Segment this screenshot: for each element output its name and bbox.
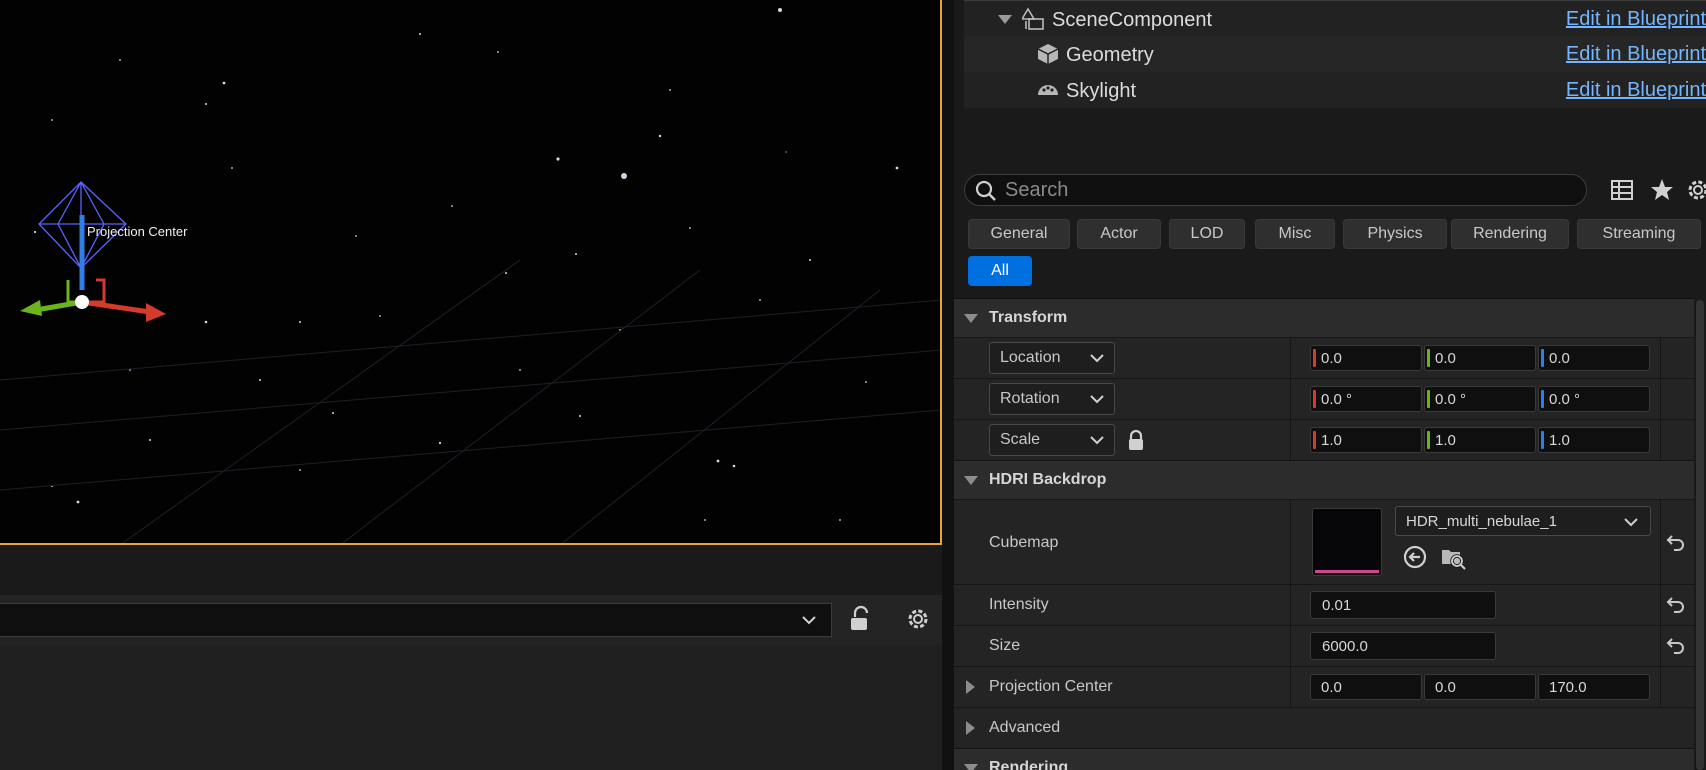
section-title: Rendering	[989, 759, 1069, 770]
filter-all[interactable]: All	[968, 256, 1032, 286]
chevron-down-icon	[1090, 395, 1104, 404]
collapse-arrow-icon	[964, 314, 978, 323]
panel-splitter[interactable]	[942, 0, 954, 770]
rotation-z-input[interactable]: 0.0 °	[1538, 386, 1650, 412]
scale-x-input[interactable]: 1.0	[1310, 427, 1422, 453]
advanced-row[interactable]: Advanced	[954, 707, 1694, 748]
details-search-input[interactable]: Search	[964, 174, 1587, 206]
table-view-icon[interactable]	[1608, 176, 1636, 204]
search-icon	[975, 180, 996, 201]
reset-to-default-icon[interactable]	[1666, 594, 1686, 614]
edit-in-blueprint-link[interactable]: Edit in Blueprint	[1566, 79, 1706, 102]
rotation-mode-select[interactable]: Rotation	[989, 383, 1115, 415]
location-y-input[interactable]: 0.0	[1424, 345, 1536, 371]
projection-center-z-input[interactable]: 170.0	[1538, 674, 1650, 700]
unlock-icon[interactable]	[848, 605, 874, 633]
chevron-down-icon	[1624, 518, 1638, 527]
details-scrollbar[interactable]	[1696, 300, 1704, 770]
size-input[interactable]: 6000.0	[1310, 632, 1496, 660]
chevron-down-icon	[802, 616, 816, 625]
bottom-panel	[0, 545, 942, 770]
use-selected-asset-icon[interactable]	[1402, 544, 1428, 570]
reset-to-default-icon[interactable]	[1666, 635, 1686, 655]
location-z-input[interactable]: 0.0	[1538, 345, 1650, 371]
reset-to-default-icon[interactable]	[1666, 532, 1686, 552]
size-row: Size 6000.0	[954, 625, 1694, 666]
filter-actor[interactable]: Actor	[1077, 219, 1161, 249]
projection-center-x-input[interactable]: 0.0	[1310, 674, 1422, 700]
star-icon[interactable]	[1648, 176, 1676, 204]
projection-center-label: Projection Center	[989, 678, 1113, 695]
edit-in-blueprint-link[interactable]: Edit in Blueprint	[1566, 43, 1706, 66]
expand-arrow-icon[interactable]	[966, 680, 975, 694]
settings-gear-icon[interactable]	[1684, 176, 1706, 204]
projection-center-row[interactable]: Projection Center 0.0 0.0 170.0	[954, 666, 1694, 707]
section-title: Transform	[989, 309, 1068, 326]
cubemap-thumbnail[interactable]	[1312, 508, 1382, 576]
search-placeholder: Search	[1005, 179, 1069, 201]
filter-physics[interactable]: Physics	[1343, 219, 1447, 249]
rotation-row: Rotation 0.0 ° 0.0 ° 0.0 °	[954, 378, 1694, 419]
intensity-row: Intensity 0.01	[954, 584, 1694, 625]
advanced-label: Advanced	[989, 719, 1061, 736]
rotation-y-input[interactable]: 0.0 °	[1424, 386, 1536, 412]
component-name: Skylight	[1066, 80, 1137, 102]
projection-center-y-input[interactable]: 0.0	[1424, 674, 1536, 700]
component-name: SceneComponent	[1052, 9, 1213, 31]
cubemap-label: Cubemap	[989, 534, 1059, 551]
scale-row: Scale 1.0 1.0 1.0	[954, 419, 1694, 460]
filter-general[interactable]: General	[968, 219, 1070, 249]
location-x-input[interactable]: 0.0	[1310, 345, 1422, 371]
level-viewport[interactable]: Projection Center	[0, 0, 942, 545]
section-transform[interactable]: Transform	[954, 298, 1694, 337]
component-row-scenecomponent[interactable]: SceneComponent Edit in Blueprint	[964, 0, 1706, 37]
filter-misc[interactable]: Misc	[1255, 219, 1335, 249]
scale-mode-select[interactable]: Scale	[989, 424, 1115, 456]
rotation-x-input[interactable]: 0.0 °	[1310, 386, 1422, 412]
scale-y-input[interactable]: 1.0	[1424, 427, 1536, 453]
edit-in-blueprint-link[interactable]: Edit in Blueprint	[1566, 8, 1706, 31]
gizmo-label: Projection Center	[87, 224, 188, 239]
component-tree: SceneComponent Edit in Blueprint Geometr…	[964, 0, 1706, 110]
collapse-arrow-icon	[964, 764, 978, 770]
browse-asset-icon[interactable]	[1440, 544, 1466, 570]
component-row-skylight[interactable]: Skylight Edit in Blueprint	[964, 72, 1706, 108]
chevron-down-icon	[1090, 436, 1104, 445]
chevron-down-icon	[1090, 354, 1104, 363]
filter-rendering[interactable]: Rendering	[1451, 219, 1569, 249]
filter-streaming[interactable]: Streaming	[1577, 219, 1701, 249]
gear-icon[interactable]	[904, 605, 932, 633]
expand-arrow-icon[interactable]	[966, 721, 975, 735]
lock-icon[interactable]	[1127, 429, 1145, 451]
scene-component-icon	[1022, 7, 1044, 30]
collapse-arrow-icon[interactable]	[998, 15, 1012, 24]
intensity-label: Intensity	[989, 596, 1049, 613]
starfield	[0, 8, 940, 543]
component-row-geometry[interactable]: Geometry Edit in Blueprint	[964, 36, 1706, 72]
section-rendering[interactable]: Rendering	[954, 748, 1694, 770]
collapse-arrow-icon	[964, 476, 978, 485]
intensity-input[interactable]: 0.01	[1310, 591, 1496, 619]
details-panel: SceneComponent Edit in Blueprint Geometr…	[954, 0, 1706, 770]
panel-content	[0, 645, 942, 770]
size-label: Size	[989, 637, 1021, 654]
cube-icon	[1037, 44, 1059, 64]
cubemap-asset-picker[interactable]: HDR_multi_nebulae_1	[1395, 506, 1651, 536]
component-name: Geometry	[1066, 44, 1154, 66]
scale-z-input[interactable]: 1.0	[1538, 427, 1650, 453]
location-row: Location 0.0 0.0 0.0	[954, 337, 1694, 378]
section-title: HDRI Backdrop	[989, 471, 1107, 488]
panel-dropdown[interactable]	[0, 603, 832, 637]
skylight-icon	[1038, 85, 1058, 95]
filter-lod[interactable]: LOD	[1169, 219, 1245, 249]
location-mode-select[interactable]: Location	[989, 342, 1115, 374]
panel-strip	[0, 545, 942, 595]
section-hdri-backdrop[interactable]: HDRI Backdrop	[954, 460, 1694, 499]
